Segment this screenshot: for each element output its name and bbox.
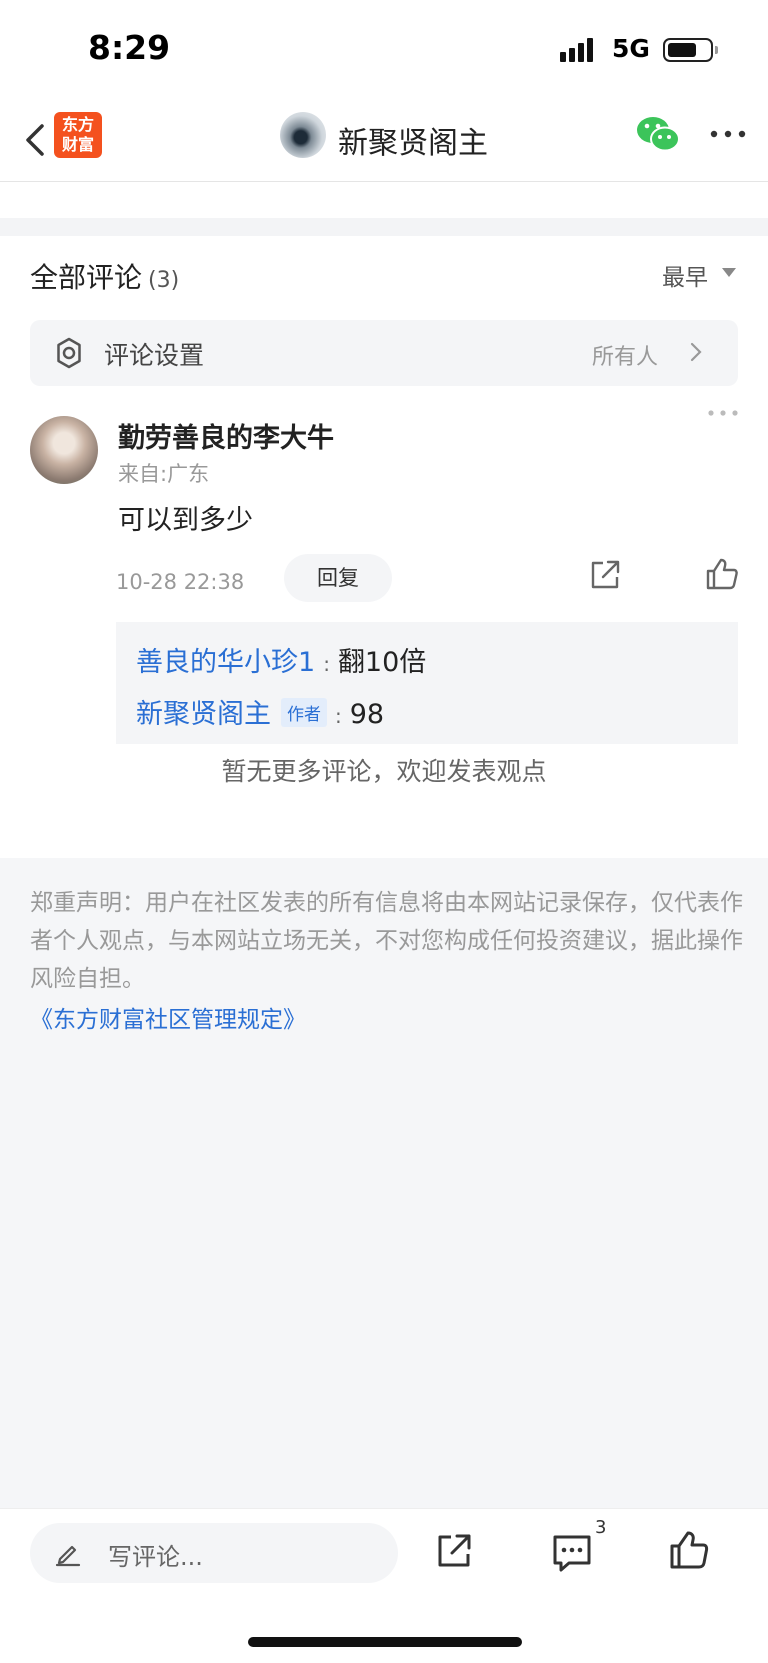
signal-icon	[560, 38, 593, 62]
gear-icon	[57, 337, 81, 369]
reply-button[interactable]: 回复	[284, 554, 392, 602]
commenter-location: 来自:广东	[118, 462, 210, 486]
comment-settings-row[interactable]: 评论设置 所有人	[30, 320, 738, 386]
comments-count: (3)	[148, 268, 180, 293]
page-title[interactable]: 新聚贤阁主	[338, 118, 488, 162]
commenter-avatar[interactable]	[30, 416, 98, 484]
pen-icon	[55, 1545, 81, 1567]
replies-box: 善良的华小珍1: 翻10倍 新聚贤阁主 作者:98	[116, 622, 738, 744]
share-icon[interactable]	[434, 1531, 474, 1571]
author-avatar[interactable]	[280, 112, 326, 158]
network-label: 5G	[612, 34, 650, 63]
logo-text-line2: 财富	[61, 135, 94, 154]
status-bar: 8:29 5G	[0, 0, 768, 100]
comments-heading-label: 全部评论	[30, 261, 143, 294]
section-divider	[0, 218, 768, 236]
reply-item[interactable]: 善良的华小珍1: 翻10倍	[136, 640, 426, 679]
thumbs-up-icon[interactable]	[668, 1529, 710, 1571]
comment-text: 可以到多少	[118, 505, 253, 536]
disclaimer-text: 郑重声明：用户在社区发表的所有信息将由本网站记录保存，仅代表作者个人观点，与本网…	[30, 890, 743, 992]
status-time: 8:29	[88, 28, 171, 67]
settings-label: 评论设置	[104, 341, 205, 370]
comment-input-placeholder: 写评论...	[108, 1543, 203, 1571]
wechat-icon[interactable]	[636, 114, 680, 154]
comments-heading: 全部评论 (3)	[30, 256, 179, 296]
reply-user[interactable]: 新聚贤阁主	[136, 699, 271, 730]
app-logo[interactable]: 东方 财富	[54, 112, 102, 158]
share-icon[interactable]	[588, 558, 622, 592]
reply-separator: :	[323, 652, 330, 676]
reply-separator: :	[335, 704, 342, 728]
reply-user[interactable]: 善良的华小珍1	[136, 647, 315, 678]
home-indicator	[248, 1637, 522, 1647]
sort-dropdown[interactable]: 最早	[662, 258, 708, 292]
bottom-action-bar: 写评论... 3	[0, 1508, 768, 1663]
author-badge: 作者	[281, 698, 327, 727]
settings-value: 所有人	[592, 345, 659, 370]
comment-time: 10-28 22:38	[116, 570, 245, 594]
commenter-name[interactable]: 勤劳善良的李大牛	[118, 416, 334, 455]
back-arrow-icon[interactable]	[18, 120, 58, 160]
battery-icon	[663, 38, 718, 62]
reply-text: 98	[349, 699, 385, 730]
reply-text: 翻10倍	[337, 647, 427, 678]
comment-icon[interactable]	[551, 1533, 593, 1573]
comment-input[interactable]: 写评论...	[30, 1523, 398, 1583]
more-options-icon[interactable]	[708, 124, 748, 144]
no-more-comments: 暂无更多评论，欢迎发表观点	[221, 757, 547, 786]
comment-count-badge: 3	[595, 1517, 607, 1538]
chevron-right-icon	[690, 342, 702, 362]
reply-item[interactable]: 新聚贤阁主 作者:98	[136, 692, 384, 731]
nav-bar: 东方 财富 新聚贤阁主	[0, 100, 768, 182]
logo-text-line1: 东方	[61, 115, 94, 134]
comment-more-icon[interactable]	[706, 406, 740, 420]
community-rules-link[interactable]: 《东方财富社区管理规定》	[30, 1000, 306, 1034]
thumbs-up-icon[interactable]	[704, 556, 740, 592]
dropdown-caret-icon[interactable]	[722, 268, 736, 277]
comments-section: 全部评论 (3) 最早 评论设置 所有人 勤劳善良的李大牛 来自:广东 可以到多少…	[0, 236, 768, 858]
spacer	[0, 182, 768, 218]
